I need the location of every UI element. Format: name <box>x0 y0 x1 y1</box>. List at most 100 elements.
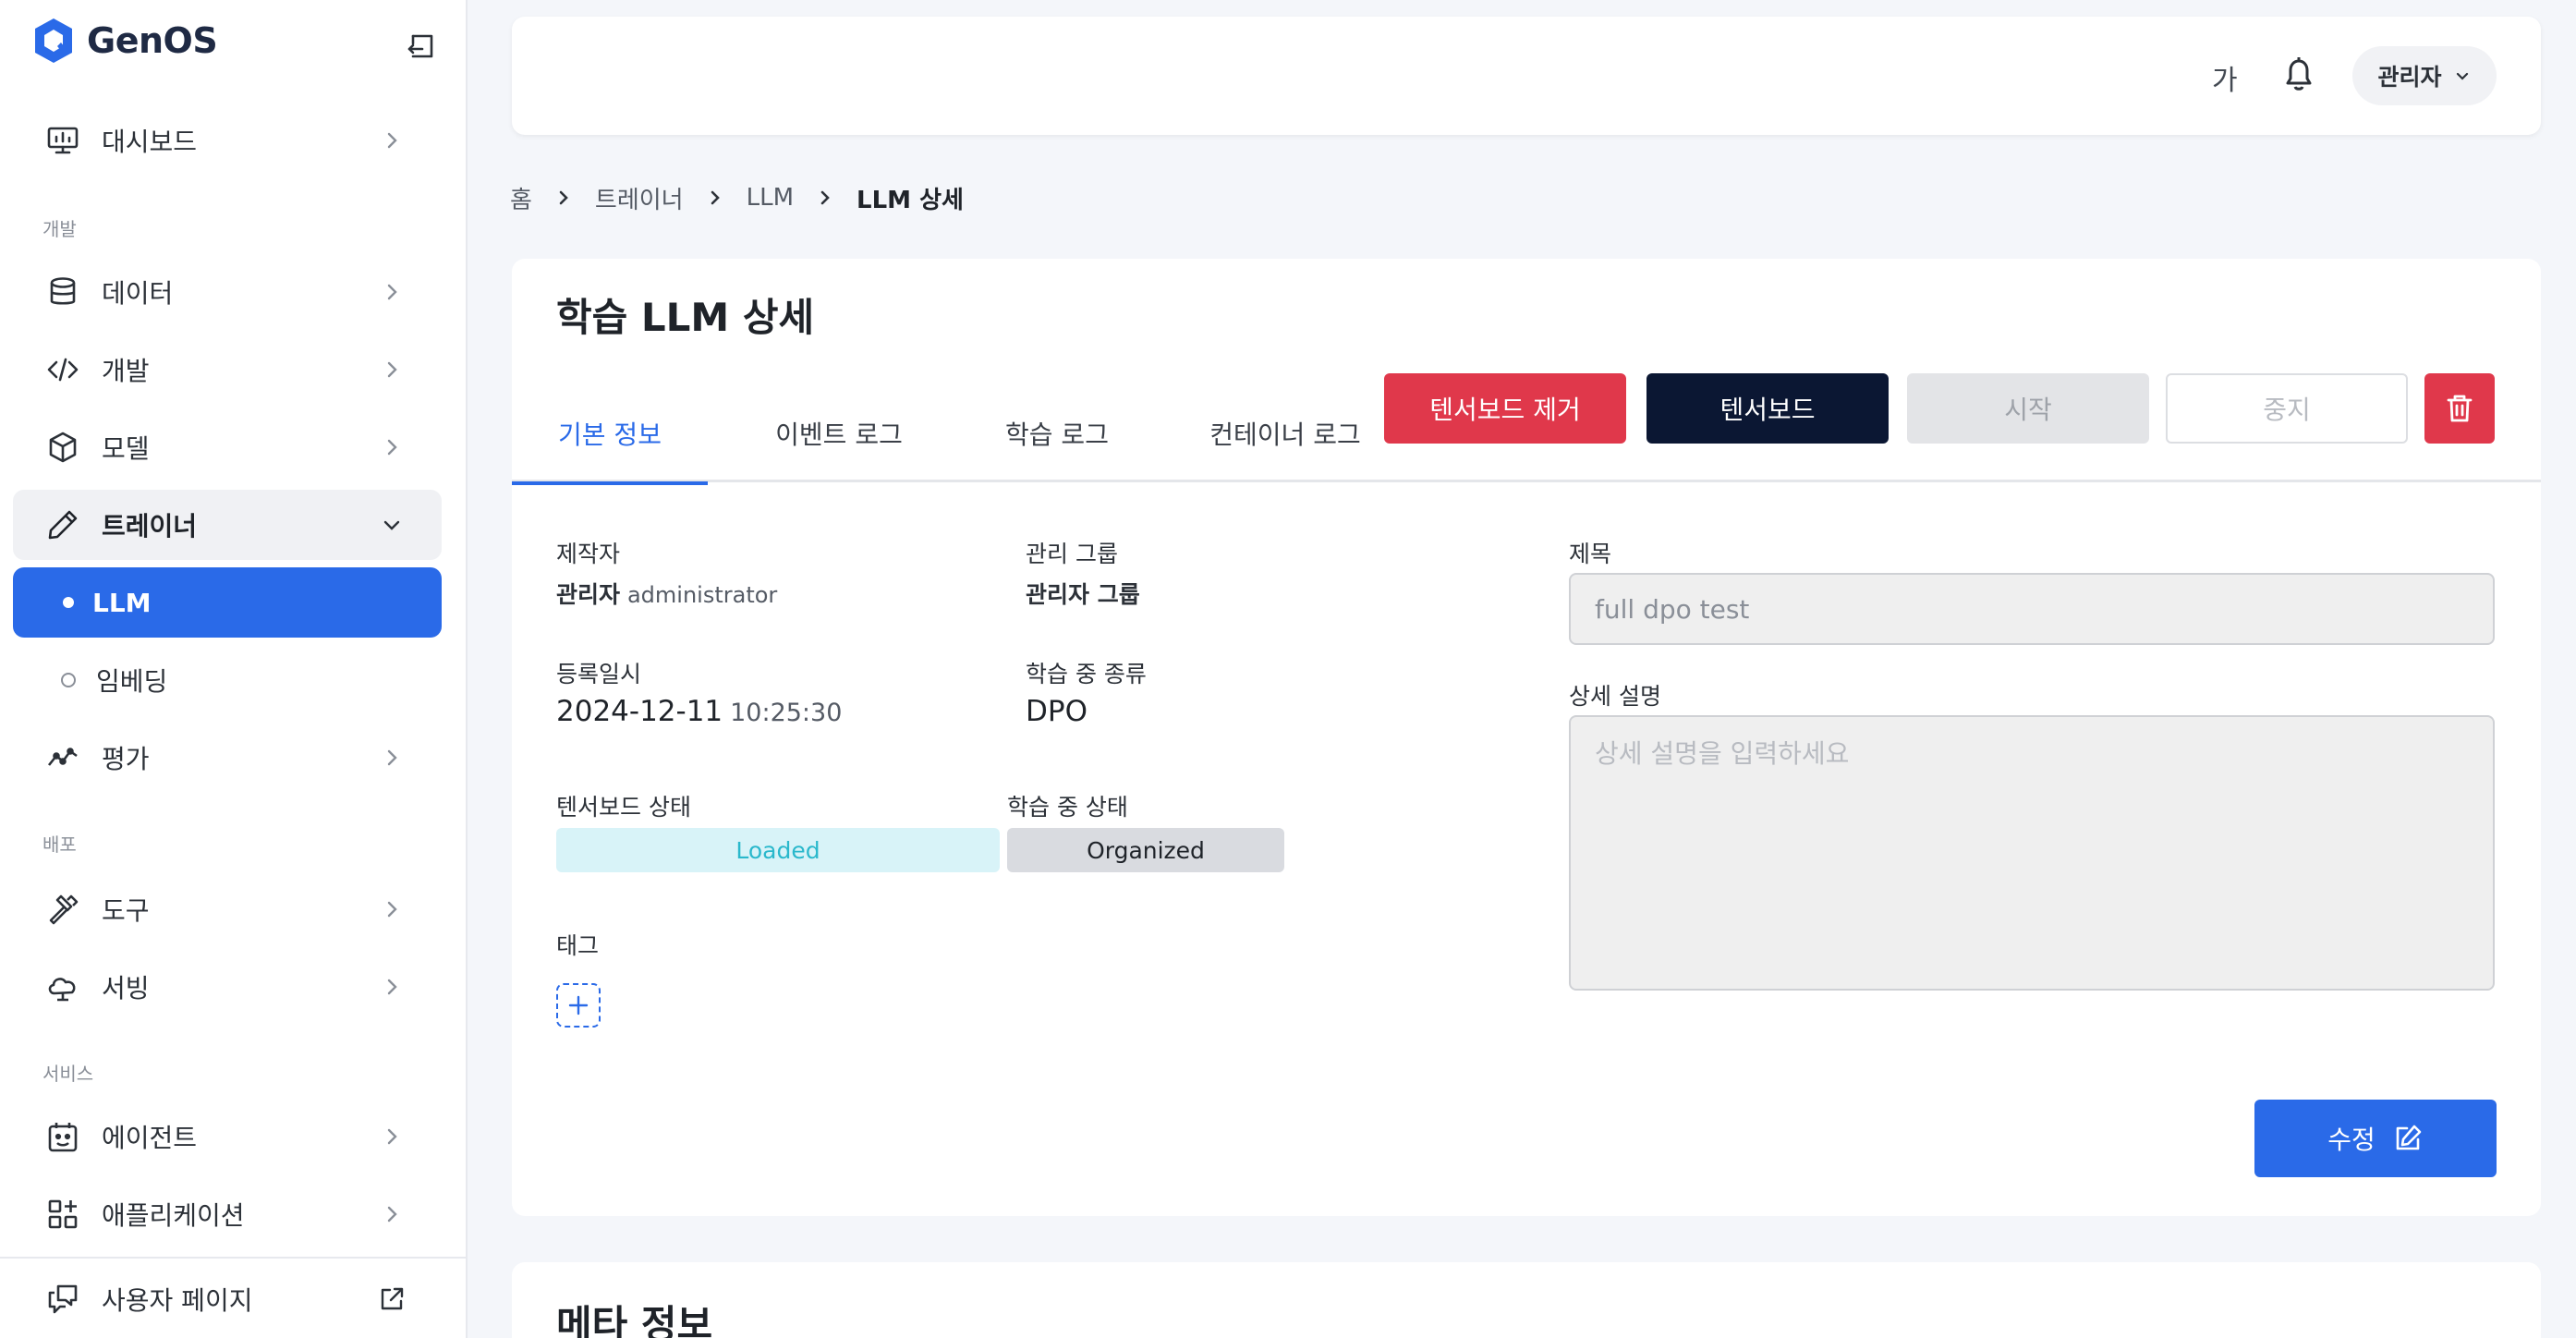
chevron-down-icon <box>2456 72 2468 80</box>
code-icon <box>44 351 81 388</box>
chevron-right-icon <box>812 185 838 211</box>
chevron-right-icon <box>377 972 407 1002</box>
database-icon <box>44 274 81 310</box>
chevron-right-icon <box>377 743 407 772</box>
registered-date: 2024-12-11 <box>556 695 723 728</box>
sidebar-item-dashboard[interactable]: 대시보드 <box>13 105 442 176</box>
train-status-label: 학습 중 상태 <box>1007 794 1128 821</box>
sidebar-item-agent[interactable]: 에이전트 <box>13 1101 442 1172</box>
chevron-right-icon <box>702 185 728 211</box>
add-tag-button[interactable] <box>556 983 601 1028</box>
sidebar-item-tools[interactable]: 도구 <box>13 874 442 944</box>
stop-button[interactable]: 중지 <box>2166 373 2408 444</box>
hammer-icon <box>44 891 81 928</box>
tab-container-log[interactable]: 컨테이너 로그 <box>1164 377 1406 482</box>
sidebar-collapse-button[interactable] <box>403 28 440 65</box>
creator-value: 관리자 administrator <box>556 577 777 610</box>
sidebar-item-label: 대시보드 <box>102 127 198 157</box>
bullet-dot <box>63 597 74 608</box>
creator-label: 제작자 <box>556 541 621 567</box>
logo[interactable]: GenOS <box>31 15 218 67</box>
delete-button[interactable] <box>2424 373 2495 444</box>
user-menu[interactable]: 관리자 <box>2352 46 2497 105</box>
edit-icon <box>2396 1125 2422 1150</box>
top-bar: 가 관리자 <box>512 17 2541 135</box>
sidebar-item-label: LLM <box>92 587 152 618</box>
desc-label: 상세 설명 <box>1569 683 1661 710</box>
chevron-right-icon <box>377 126 407 155</box>
section-label-service: 서비스 <box>43 1063 94 1085</box>
breadcrumb-home[interactable]: 홈 <box>510 181 532 215</box>
monitor-icon <box>44 122 81 159</box>
group-label: 관리 그룹 <box>1026 541 1118 567</box>
group-name: 관리자 그룹 <box>1026 581 1140 608</box>
edit-button[interactable]: 수정 <box>2254 1100 2497 1177</box>
detail-card: 학습 LLM 상세 기본 정보 이벤트 로그 학습 로그 컨테이너 로그 텐서보… <box>512 259 2541 1216</box>
tab-event-log[interactable]: 이벤트 로그 <box>737 377 941 482</box>
brand-name: GenOS <box>87 20 218 61</box>
chevron-right-icon <box>377 1122 407 1151</box>
tb-status-label: 텐서보드 상태 <box>556 794 691 821</box>
chevron-right-icon <box>377 277 407 307</box>
user-name: 관리자 <box>2377 64 2442 91</box>
sidebar-item-label: 개발 <box>102 356 150 386</box>
trend-icon <box>44 739 81 776</box>
sidebar-item-label: 임베딩 <box>96 666 168 697</box>
section-label-dev: 개발 <box>43 218 77 240</box>
tensorboard-button[interactable]: 텐서보드 <box>1646 373 1889 444</box>
sidebar-item-label: 트레이너 <box>102 511 198 541</box>
description-textarea[interactable]: 상세 설명을 입력하세요 <box>1569 715 2495 991</box>
sidebar-item-embedding[interactable]: 임베딩 <box>13 645 442 715</box>
sidebar-item-label: 에이전트 <box>102 1123 198 1153</box>
external-link-icon <box>377 1284 407 1314</box>
pencil-icon <box>44 506 81 543</box>
chevron-right-icon <box>377 1199 407 1229</box>
sidebar-item-label: 데이터 <box>102 278 174 309</box>
chevron-down-icon <box>377 510 407 540</box>
section-label-deploy: 배포 <box>43 833 77 856</box>
start-button[interactable]: 시작 <box>1907 373 2149 444</box>
train-type-label: 학습 중 종류 <box>1026 661 1147 687</box>
title-input[interactable]: full dpo test <box>1569 573 2495 645</box>
notification-button[interactable] <box>2278 54 2323 98</box>
sidebar-item-trainer[interactable]: 트레이너 <box>13 490 442 560</box>
sidebar-item-user-page[interactable]: 사용자 페이지 <box>13 1264 442 1334</box>
breadcrumb-current: LLM 상세 <box>857 186 964 214</box>
sidebar-item-model[interactable]: 모델 <box>13 412 442 482</box>
tag-label: 태그 <box>556 932 600 959</box>
sidebar-item-develop[interactable]: 개발 <box>13 334 442 405</box>
sidebar-item-label: 모델 <box>102 433 150 464</box>
cloud-icon <box>44 968 81 1005</box>
train-type-value: DPO <box>1026 695 1088 728</box>
chevron-right-icon <box>377 355 407 384</box>
sidebar-collapse-icon <box>407 34 433 58</box>
remove-tensorboard-button[interactable]: 텐서보드 제거 <box>1384 373 1626 444</box>
sidebar-item-label: 도구 <box>102 895 150 926</box>
bullet-ring <box>61 673 76 687</box>
sidebar-item-eval[interactable]: 평가 <box>13 723 442 793</box>
sidebar-item-label: 사용자 페이지 <box>102 1285 253 1316</box>
sidebar-item-serving[interactable]: 서빙 <box>13 952 442 1022</box>
chevron-right-icon <box>377 894 407 924</box>
meta-info-title: 메타 정보 <box>556 1302 713 1338</box>
plus-icon <box>568 995 589 1016</box>
chat-icon <box>44 1281 81 1318</box>
sidebar-item-data[interactable]: 데이터 <box>13 257 442 327</box>
apps-icon <box>44 1196 81 1233</box>
breadcrumb-llm[interactable]: LLM <box>747 184 794 212</box>
genos-logo-icon <box>35 18 72 63</box>
chevron-right-icon <box>377 432 407 462</box>
sidebar: GenOS 대시보드 개발 데이터 개발 모델 트레이너 LLM 임베딩 평가 … <box>0 0 468 1338</box>
agent-icon <box>44 1118 81 1155</box>
tab-train-log[interactable]: 학습 로그 <box>965 377 1149 482</box>
font-size-button[interactable]: 가 <box>2212 57 2238 98</box>
breadcrumb: 홈 트레이너 LLM LLM 상세 <box>510 177 964 218</box>
trash-icon <box>2447 395 2473 422</box>
sidebar-item-apps[interactable]: 애플리케이션 <box>13 1179 442 1249</box>
cube-icon <box>44 429 81 466</box>
group-value: 관리자 그룹 <box>1026 577 1140 610</box>
sidebar-item-llm[interactable]: LLM <box>13 567 442 638</box>
title-label: 제목 <box>1569 541 1612 567</box>
tab-basic-info[interactable]: 기본 정보 <box>512 377 708 485</box>
breadcrumb-trainer[interactable]: 트레이너 <box>595 181 684 215</box>
